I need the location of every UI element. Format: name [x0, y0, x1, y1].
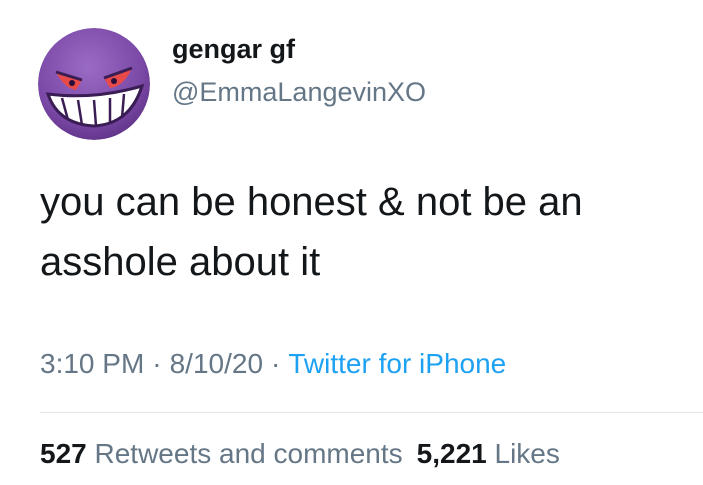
likes-stat[interactable]: 5,221 Likes [417, 438, 560, 469]
tweet-date[interactable]: 8/10/20 [170, 348, 263, 379]
likes-label: Likes [494, 438, 560, 469]
tweet-text-line-2: asshole about it [40, 240, 321, 284]
retweets-label: Retweets and comments [94, 438, 403, 469]
tweet-text-line-1: you can be honest & not be an [40, 180, 583, 224]
separator-dot: · [152, 348, 162, 379]
tweet-time[interactable]: 3:10 PM [40, 348, 144, 379]
user-handle[interactable]: @EmmaLangevinXO [172, 75, 426, 109]
likes-count: 5,221 [416, 438, 487, 469]
retweets-stat[interactable]: 527 Retweets and comments [40, 438, 403, 469]
tweet-stats: 527 Retweets and comments 5,221 Likes [40, 436, 560, 472]
display-name[interactable]: gengar gf [172, 32, 295, 66]
divider [40, 412, 703, 413]
retweets-count: 527 [40, 438, 87, 469]
tweet-source-link[interactable]: Twitter for iPhone [288, 348, 506, 379]
gengar-avatar-icon[interactable] [38, 28, 150, 140]
tweet-card: gengar gf @EmmaLangevinXO you can be hon… [0, 0, 703, 485]
tweet-metadata: 3:10 PM · 8/10/20 · Twitter for iPhone [40, 346, 506, 382]
tweet-text: you can be honest & not be an asshole ab… [40, 172, 680, 292]
separator-dot: · [271, 348, 281, 379]
